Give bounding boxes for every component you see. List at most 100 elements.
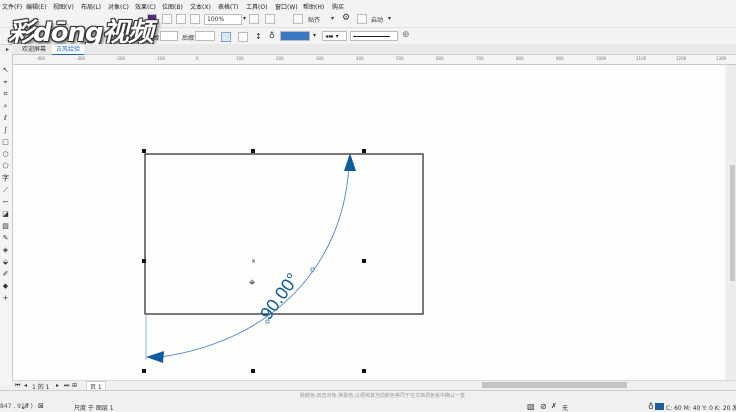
- status-hint: 跨越色:双击对象;换取色,以便将其当前颜色等同于在文档调色板中确认一直: [300, 393, 465, 399]
- status-bar: 跨越色:双击对象;换取色,以便将其当前颜色等同于在文档调色板中确认一直 847 …: [0, 390, 736, 412]
- menu-tools[interactable]: 工具(O): [246, 2, 267, 11]
- ruler-tick-label: -300: [76, 56, 86, 61]
- next-page-icon[interactable]: ▸: [56, 382, 59, 389]
- menu-help[interactable]: 帮助(H): [303, 2, 324, 11]
- add-tool-icon[interactable]: +: [1, 294, 10, 303]
- ruler-tick-label: -100: [156, 56, 166, 61]
- eyedropper-icon[interactable]: ✎: [1, 234, 10, 243]
- pick-tool-icon[interactable]: ↖: [1, 66, 10, 75]
- drop-shadow-icon[interactable]: ◪: [1, 210, 10, 219]
- fill-none-glyph-icon: ✗: [551, 402, 557, 410]
- tab-arrow-icon[interactable]: ▸: [6, 46, 9, 53]
- launch-icon[interactable]: [357, 14, 367, 24]
- outline-width-field[interactable]: [280, 31, 310, 41]
- artistic-media-icon[interactable]: ∫: [1, 126, 10, 135]
- zoom-level-field[interactable]: 100%: [204, 14, 242, 25]
- layer-info: 尺度 于 图层 1: [74, 405, 114, 412]
- selection-handle: [362, 259, 366, 263]
- outline-width-dropdown-icon[interactable]: ▾: [313, 32, 316, 39]
- zoom-tool-icon[interactable]: ⌕: [1, 102, 10, 111]
- drawing-canvas[interactable]: 90.00° × ⌖: [13, 65, 725, 381]
- text-position-icon[interactable]: [238, 32, 248, 42]
- transparency-icon[interactable]: ▨: [1, 222, 10, 231]
- arrowhead-left-icon: [146, 351, 164, 363]
- outline-pen-icon[interactable]: ♁: [269, 31, 275, 40]
- text-tool-icon[interactable]: 字: [1, 174, 10, 183]
- ruler-tick-label: 900: [556, 56, 564, 61]
- ruler-tick-label: 800: [516, 56, 524, 61]
- line-style-select[interactable]: [350, 31, 398, 41]
- menu-bitmap[interactable]: 位图(B): [162, 2, 183, 11]
- selection-handle: [142, 369, 146, 373]
- rectangle-tool-icon[interactable]: □: [1, 138, 10, 147]
- settings-gear-icon[interactable]: ⚙: [342, 13, 350, 23]
- menu-text[interactable]: 文本(X): [190, 2, 211, 11]
- ruler-tick-label: 300: [316, 56, 324, 61]
- add-page-icon[interactable]: ⊞: [72, 382, 77, 389]
- pointer-icon[interactable]: ⤢: [22, 402, 28, 412]
- fill-none-label: 无: [562, 405, 569, 412]
- shape-tool-icon[interactable]: ⌖: [1, 78, 10, 87]
- selection-handle: [362, 149, 366, 153]
- ruler-tick-label: 400: [356, 56, 364, 61]
- last-page-icon[interactable]: ⏭: [64, 382, 69, 390]
- menu-buy[interactable]: 购买: [332, 2, 344, 11]
- cursor-icon: ⌖: [249, 276, 255, 289]
- connector-tool-icon[interactable]: ⌐: [1, 198, 10, 207]
- document-tab-bar: ▸ 欢迎屏幕 古风绘验: [6, 44, 736, 56]
- outline-tool-icon[interactable]: ✐: [1, 270, 10, 279]
- selection-handle: [142, 149, 146, 153]
- menu-effects[interactable]: 效果(C): [135, 2, 156, 11]
- polygon-tool-icon[interactable]: ⬠: [1, 162, 10, 171]
- rulers-icon[interactable]: [265, 14, 275, 24]
- arrowhead-top-icon: [344, 153, 356, 171]
- dynamic-dimension-icon[interactable]: [221, 32, 231, 42]
- freehand-tool-icon[interactable]: ℓ: [1, 114, 10, 123]
- tab-welcome[interactable]: 欢迎屏幕: [18, 45, 50, 54]
- outline-color-info: C: 60 M: 40 Y: 0 K: 20 发丝: [666, 405, 736, 412]
- snap-to-label[interactable]: 贴齐: [308, 15, 320, 24]
- ruler-tick-label: -400: [36, 56, 46, 61]
- horizontal-ruler[interactable]: -400 -300 -200 -100 0 100 200 300 400 500 600 700 80…: [12, 55, 736, 65]
- extension-line-icon[interactable]: ↕: [255, 32, 262, 41]
- vertical-scroll-thumb[interactable]: [730, 165, 735, 281]
- ruler-tick-label: 100: [236, 56, 244, 61]
- import-icon[interactable]: [162, 14, 172, 24]
- dimension-tool-icon[interactable]: ⟋: [1, 186, 10, 195]
- prev-page-icon[interactable]: ◂: [24, 382, 27, 389]
- ruler-tick-label: 1000: [596, 56, 607, 61]
- crop-tool-icon[interactable]: ⌗: [1, 90, 10, 99]
- text-handle[interactable]: [265, 319, 270, 324]
- selection-handle: [142, 259, 146, 263]
- horizontal-scroll-thumb[interactable]: [482, 382, 627, 388]
- ruler-tick-label: 1300: [716, 56, 727, 61]
- start-arrow-select[interactable]: ◂▬ ▾: [322, 31, 347, 41]
- grid-icon[interactable]: [293, 14, 303, 24]
- close-icon[interactable]: ⊠: [38, 402, 44, 410]
- publish-icon[interactable]: [190, 14, 200, 24]
- zoom-dropdown-icon[interactable]: ▾: [243, 15, 246, 22]
- ruler-tick-label: 200: [276, 56, 284, 61]
- launch-dropdown-icon[interactable]: ▾: [388, 15, 391, 22]
- angle-dimension-label[interactable]: 90.00°: [256, 269, 303, 323]
- selection-handle: [251, 149, 255, 153]
- add-preset-icon[interactable]: ⊕: [402, 30, 410, 40]
- suffix-field[interactable]: [195, 31, 215, 41]
- launch-label[interactable]: 启动: [371, 15, 383, 24]
- menu-window[interactable]: 窗口(W): [275, 2, 298, 11]
- prefix-field[interactable]: [160, 31, 178, 41]
- smart-fill-icon[interactable]: ⬙: [1, 258, 10, 267]
- first-page-icon[interactable]: ⏮: [15, 382, 20, 390]
- export-icon[interactable]: [176, 14, 186, 24]
- outline-color-swatch: [655, 403, 664, 410]
- text-handle[interactable]: [310, 267, 315, 272]
- fill-tool-icon[interactable]: ◆: [1, 282, 10, 291]
- interactive-fill-icon[interactable]: ◈: [1, 246, 10, 255]
- snap-dropdown-icon[interactable]: ▾: [331, 15, 334, 22]
- ruler-tick-label: 500: [396, 56, 404, 61]
- menu-table[interactable]: 表格(T): [218, 2, 238, 11]
- full-screen-icon[interactable]: [249, 14, 259, 24]
- ellipse-tool-icon[interactable]: ○: [1, 150, 10, 159]
- canvas-drawing: 90.00° × ⌖: [142, 149, 424, 373]
- toolbox: ↖ ⌖ ⌗ ⌕ ℓ ∫ □ ○ ⬠ 字 ⟋ ⌐ ◪ ▨ ✎ ◈ ⬙ ✐ ◆ +: [0, 64, 11, 384]
